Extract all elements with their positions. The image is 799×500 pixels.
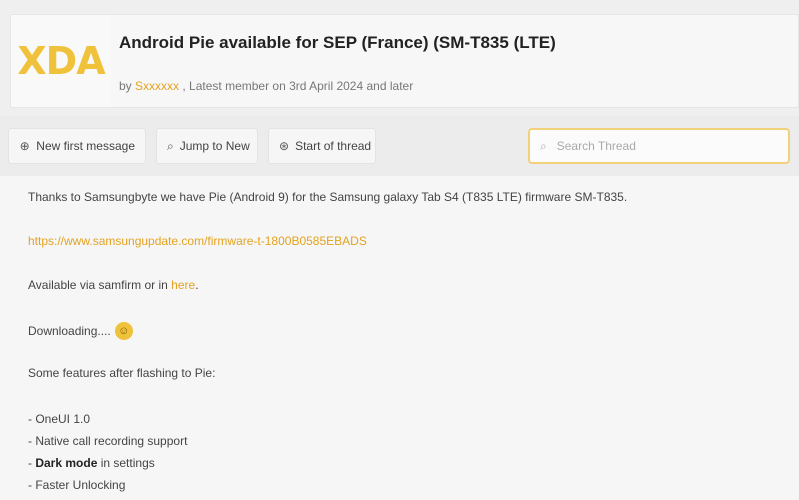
thread-title: Android Pie available for SEP (France) (… <box>119 33 556 52</box>
list-item: - Native call recording support <box>28 434 188 448</box>
new-first-message-button[interactable]: ⊕ New first message <box>8 128 146 164</box>
plus-circle-icon: ⊕ <box>19 139 30 153</box>
list-item: - Dark mode in settings <box>28 456 155 470</box>
start-of-thread-button[interactable]: ⊛ Start of thread <box>268 128 376 164</box>
jump-to-new-button[interactable]: ⌕ Jump to New <box>156 128 258 164</box>
post-line-features-heading: Some features after flashing to Pie: <box>28 366 216 380</box>
post-content: Thanks to Samsungbyte we have Pie (Andro… <box>0 176 799 500</box>
availability-suffix: . <box>195 278 199 292</box>
availability-prefix: Available via samfirm or in <box>28 278 172 292</box>
arrow-circle-icon: ⊛ <box>279 139 290 153</box>
downloading-text: Downloading.... <box>28 324 111 338</box>
new-first-message-label: New first message <box>36 139 135 153</box>
page: XDA Android Pie available for SEP (Franc… <box>0 0 799 500</box>
search-box[interactable]: ⌕ <box>528 128 790 164</box>
start-of-thread-label: Start of thread <box>295 139 372 153</box>
features-list: - OneUI 1.0 - Native call recording supp… <box>28 408 187 496</box>
list-item: - OneUI 1.0 <box>28 412 91 426</box>
feature-bold: Dark mode <box>35 456 98 470</box>
site-logo[interactable]: XDA <box>11 15 111 107</box>
xda-logo: XDA <box>17 39 105 83</box>
thread-toolbar: ⊕ New first message ⌕ Jump to New ⊛ Star… <box>0 116 799 176</box>
thread-header: XDA Android Pie available for SEP (Franc… <box>10 14 799 108</box>
thread-meta: by Sxxxxxx , Latest member on 3rd April … <box>119 79 413 93</box>
here-link[interactable]: here <box>171 278 195 292</box>
search-icon: ⌕ <box>540 138 547 153</box>
smiley-icon: ☺ <box>114 322 133 340</box>
meta-suffix: , Latest member on 3rd April 2024 and la… <box>182 79 414 93</box>
post-line-availability: Available via samfirm or in here. <box>28 278 199 292</box>
author-link[interactable]: Sxxxxxx <box>135 79 179 93</box>
list-item: - Faster Unlocking <box>28 478 126 492</box>
search-icon: ⌕ <box>167 139 174 153</box>
post-line-intro: Thanks to Samsungbyte we have Pie (Andro… <box>28 190 628 204</box>
firmware-link[interactable]: https://www.samsungupdate.com/firmware-t… <box>28 234 367 248</box>
jump-to-new-label: Jump to New <box>179 139 250 153</box>
post-line-downloading: Downloading.... ☺ <box>28 322 133 340</box>
search-input[interactable] <box>554 138 755 154</box>
meta-prefix: by <box>119 79 132 93</box>
